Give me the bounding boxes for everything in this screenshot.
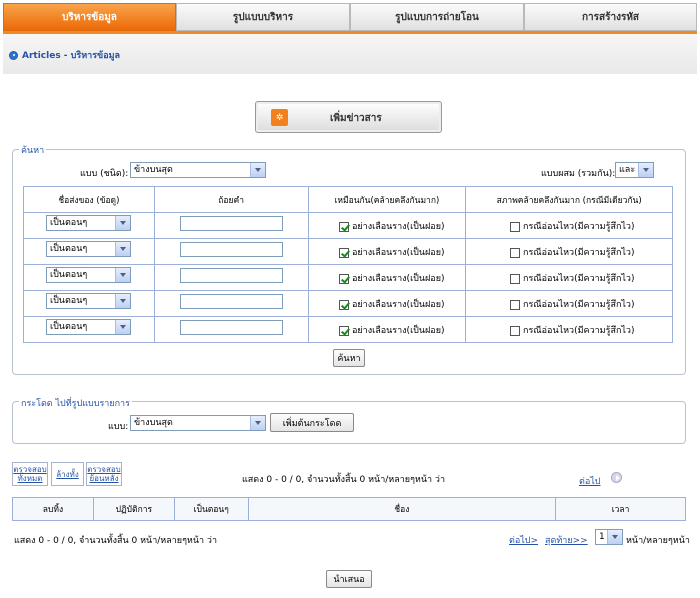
tab-management-format[interactable]: รูปแบบบริหาร (176, 3, 350, 31)
col-header-similar: เหมือนกัน(คล้ายคลึงกันมาก) (307, 186, 467, 213)
term-input[interactable] (180, 242, 283, 257)
clear-all-button[interactable]: ล้างทั้ง (51, 462, 84, 486)
jump-type-select[interactable]: ข้างบนสุด (130, 415, 266, 431)
col-time: เวลา (555, 497, 686, 521)
field-select[interactable]: เป็นตอนๆ (46, 267, 131, 283)
chevron-down-icon (115, 294, 130, 308)
field-select[interactable]: เป็นตอนๆ (46, 241, 131, 257)
page-select[interactable]: 1 (595, 529, 623, 545)
field-select[interactable]: เป็นตอนๆ (46, 215, 131, 231)
footer-summary: แสดง 0 - 0 / 0, จำนวนทั้งสิ้น 0 หน้า/หลา… (14, 536, 218, 546)
check-reverse-button[interactable]: ตรวจสอบย้อนหลัง (86, 462, 122, 486)
chevron-down-icon (115, 216, 130, 230)
search-legend: ค้นหา (19, 143, 47, 157)
type-label: แบบ (ชนิด): (80, 169, 129, 179)
tab-transfer-format[interactable]: รูปแบบการถ่ายโอน (350, 3, 524, 31)
field-select[interactable]: เป็นตอนๆ (46, 319, 131, 335)
term-input[interactable] (180, 216, 283, 231)
checkbox-icon (510, 273, 520, 284)
checkbox-checked-icon (339, 325, 349, 336)
next-link-top[interactable]: ต่อไป (579, 474, 601, 488)
case-checkbox[interactable]: กรณีอ่อนไหว(มีความรู้สึกไว) (510, 245, 634, 259)
list-summary: แสดง 0 - 0 / 0, จำนวนทั้งสิ้น 0 หน้า/หลา… (242, 475, 446, 485)
checkbox-checked-icon (339, 273, 349, 284)
type-select[interactable]: ข้างบนสุด (130, 162, 266, 178)
chevron-down-icon (115, 268, 130, 282)
check-all-button[interactable]: ตรวจสอบทั้งหมด (12, 462, 48, 486)
case-checkbox[interactable]: กรณีอ่อนไหว(มีความรู้สึกไว) (510, 271, 634, 285)
field-select[interactable]: เป็นตอนๆ (46, 293, 131, 309)
articles-table: ลบทิ้ง ปฏิบัติการ เป็นตอนๆ ชื่อง เวลา (12, 497, 686, 521)
similar-checkbox[interactable]: อย่างเลือนราง(เป็นฝอย) (339, 245, 444, 259)
page-header: Articles - บริหารข้อมูล (3, 34, 697, 74)
chevron-down-icon (250, 416, 265, 430)
next-arrow-icon[interactable] (611, 472, 622, 483)
combine-select[interactable]: และ (615, 162, 654, 178)
case-checkbox[interactable]: กรณีอ่อนไหว(มีความรู้สึกไว) (510, 323, 634, 337)
col-actions: ปฏิบัติการ (92, 497, 175, 521)
col-episodic: เป็นตอนๆ (173, 497, 249, 521)
similar-checkbox[interactable]: อย่างเลือนราง(เป็นฝอย) (339, 271, 444, 285)
jump-legend: กระโดด ไปที่รูปแบบรายการ (19, 396, 132, 410)
tab-data-management[interactable]: บริหารข้อมูล (3, 3, 176, 31)
search-button[interactable]: ค้นหา (333, 349, 365, 367)
bullet-icon (9, 50, 18, 60)
term-input[interactable] (180, 268, 283, 283)
case-checkbox[interactable]: กรณีอ่อนไหว(มีความรู้สึกไว) (510, 297, 634, 311)
jump-type-label: แบบ: (108, 422, 129, 432)
add-news-icon: ✲ (271, 109, 288, 126)
chevron-down-icon (638, 163, 653, 177)
checkbox-icon (510, 221, 520, 232)
next-link[interactable]: ต่อไป> (509, 533, 538, 547)
per-page-label: หน้า/หลายๆหน้า (626, 536, 690, 546)
col-header-term: ถ้อยคำ (153, 186, 309, 213)
case-checkbox[interactable]: กรณีอ่อนไหว(มีความรู้สึกไว) (510, 219, 634, 233)
checkbox-checked-icon (339, 299, 349, 310)
chevron-down-icon (115, 242, 130, 256)
combine-label: แบบผสม (รวมกัน): (541, 169, 616, 179)
col-header-case: สภาพคล้ายคลึงกันมาก (กรณีมีเดียวกัน) (465, 186, 673, 213)
checkbox-icon (510, 247, 520, 258)
chevron-down-icon (607, 530, 622, 544)
checkbox-icon (510, 325, 520, 336)
term-input[interactable] (180, 294, 283, 309)
add-news-button[interactable]: ✲ เพิ่มข่าวสาร (255, 101, 442, 133)
chevron-down-icon (250, 163, 265, 177)
col-header-field: ชื่อส่งของ (ข้อดู) (23, 186, 155, 213)
col-delete: ลบทิ้ง (12, 497, 94, 521)
checkbox-checked-icon (339, 247, 349, 258)
last-link[interactable]: สุดท้าย>> (545, 533, 588, 547)
term-input[interactable] (180, 320, 283, 335)
add-jump-button[interactable]: เพิ่มต้นกระโดด (270, 413, 354, 432)
submit-button[interactable]: นำเสนอ (326, 570, 372, 588)
tab-code-generation[interactable]: การสร้างรหัส (524, 3, 697, 31)
similar-checkbox[interactable]: อย่างเลือนราง(เป็นฝอย) (339, 323, 444, 337)
checkbox-icon (510, 299, 520, 310)
similar-checkbox[interactable]: อย่างเลือนราง(เป็นฝอย) (339, 297, 444, 311)
checkbox-checked-icon (339, 221, 349, 232)
breadcrumb: Articles - บริหารข้อมูล (22, 51, 121, 61)
chevron-down-icon (115, 320, 130, 334)
similar-checkbox[interactable]: อย่างเลือนราง(เป็นฝอย) (339, 219, 444, 233)
col-name: ชื่อง (247, 497, 557, 521)
